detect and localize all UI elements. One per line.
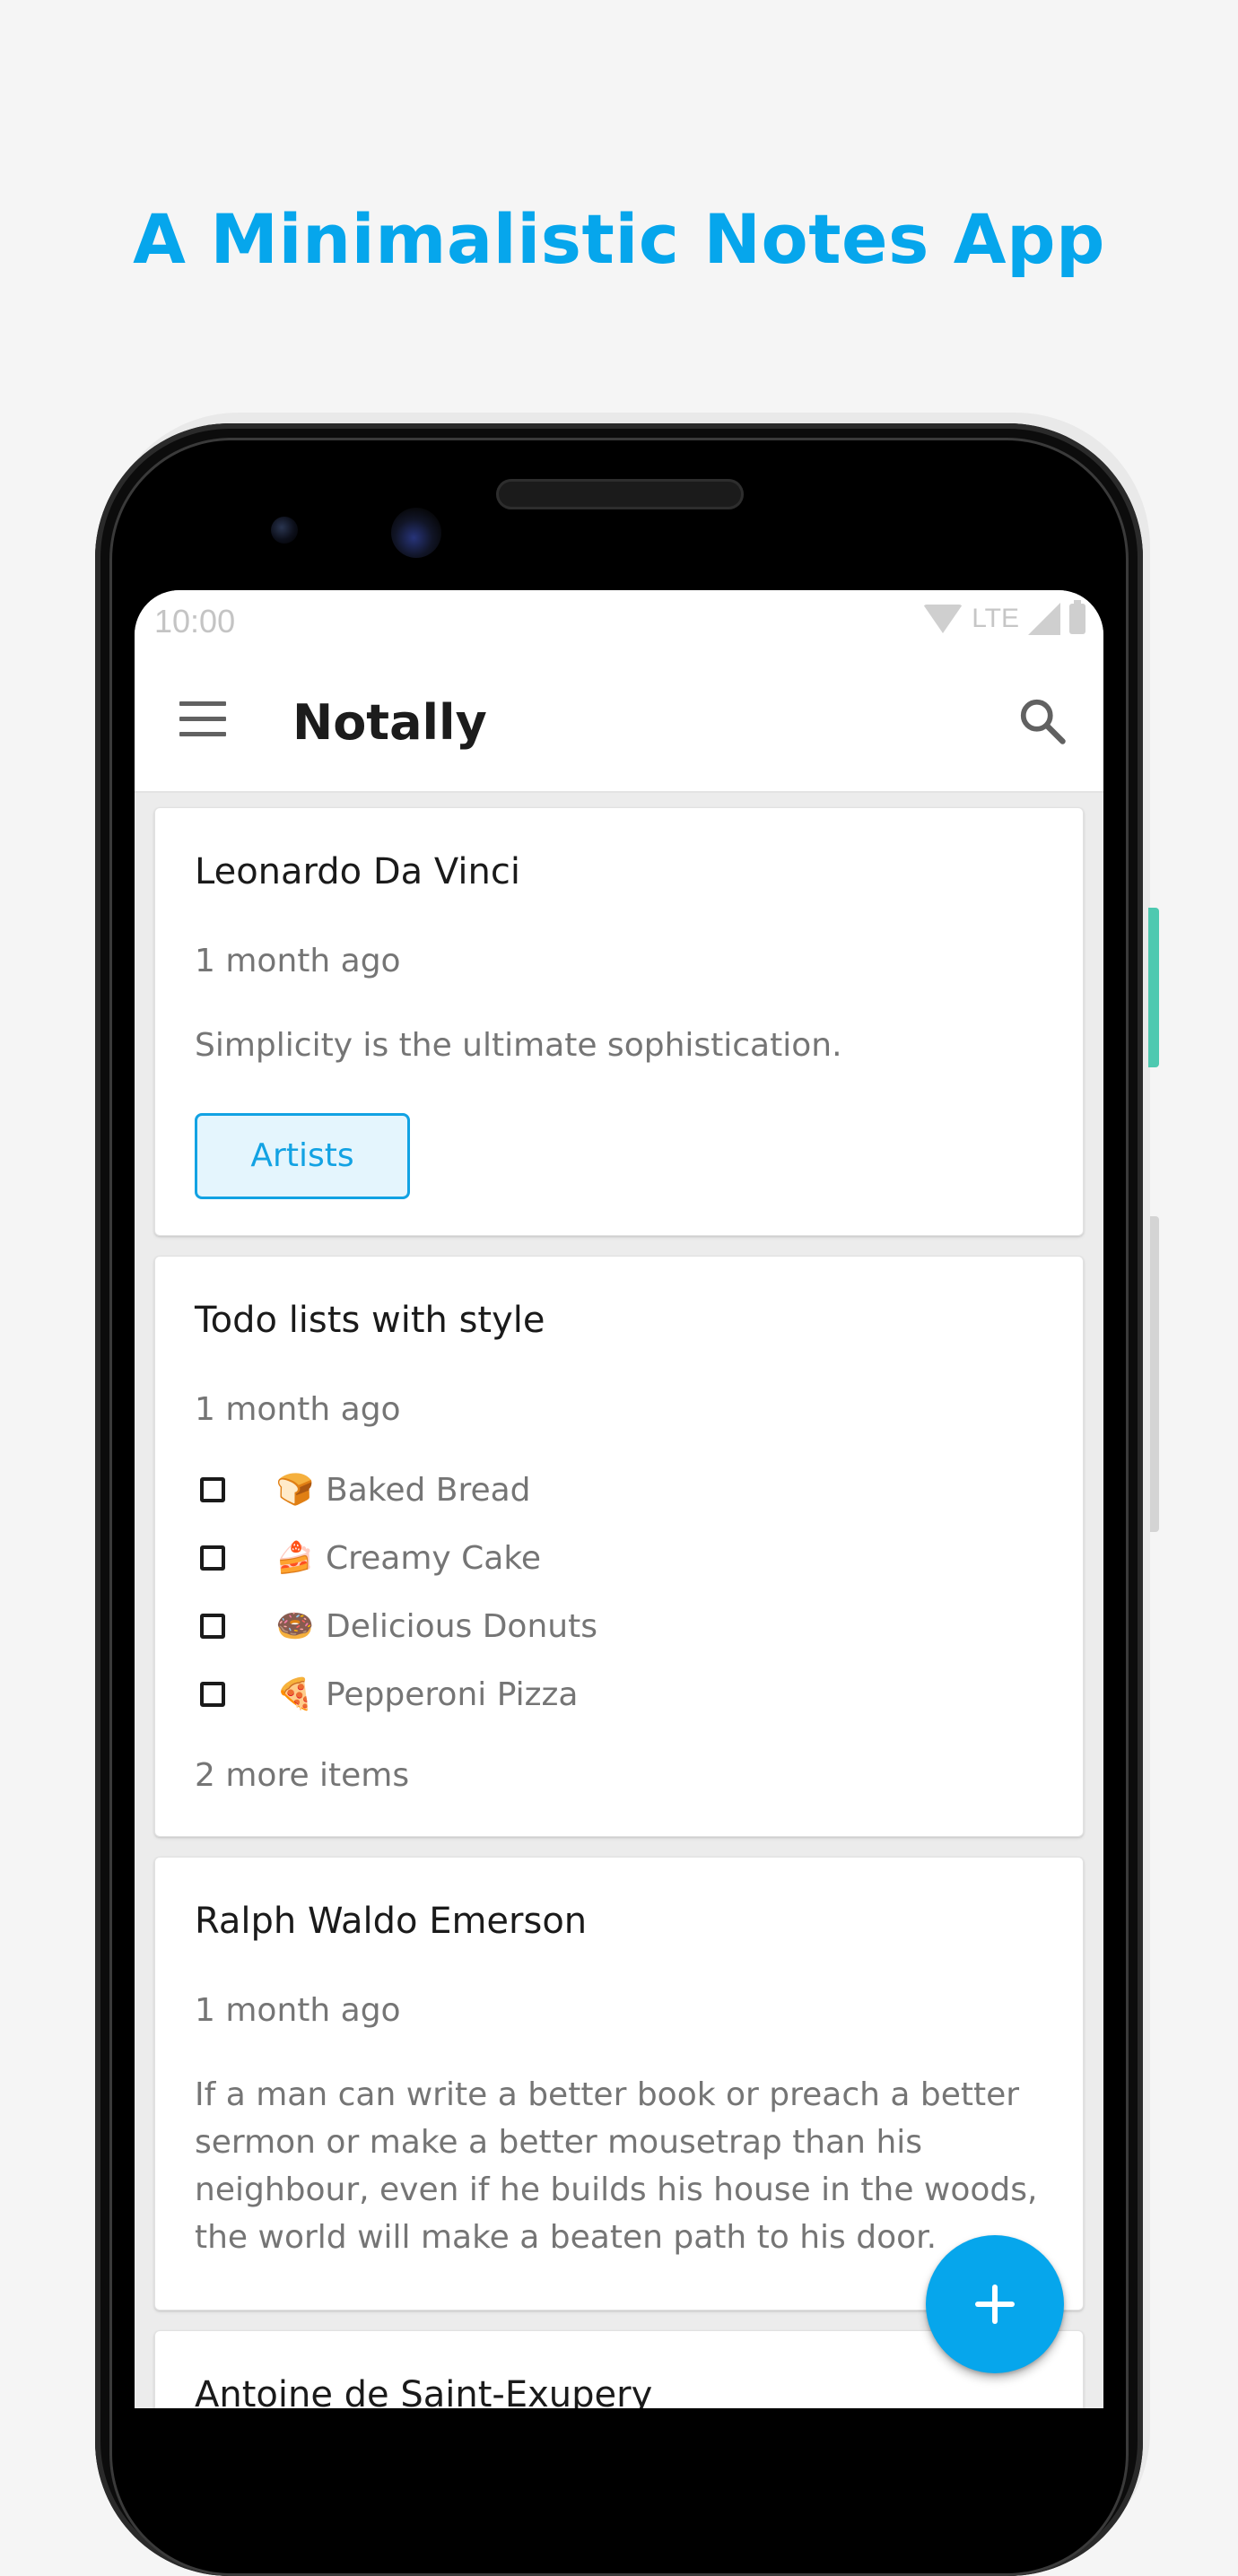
checklist-item[interactable]: 🍞 Baked Bread	[195, 1463, 531, 1517]
power-button	[1148, 908, 1159, 1067]
checklist-item[interactable]: 🍩 Delicious Donuts	[195, 1599, 597, 1653]
app-title: Notally	[292, 694, 487, 751]
phone-screen: 10:00 LTE Notally Leonardo Da Vinci 1 mo…	[135, 590, 1103, 2408]
note-title: Todo lists with style	[195, 1300, 545, 1341]
note-date: 1 month ago	[195, 1992, 401, 2029]
wifi-icon	[923, 605, 963, 633]
note-date: 1 month ago	[195, 943, 401, 979]
checklist-item-text: Creamy Cake	[326, 1539, 542, 1577]
add-note-button[interactable]	[926, 2235, 1064, 2373]
note-date: 1 month ago	[195, 1391, 401, 1428]
note-body: If a man can write a better book or prea…	[195, 2076, 1038, 2256]
more-items-count: 2 more items	[195, 1757, 410, 1794]
note-body: Simplicity is the ultimate sophisticatio…	[195, 1027, 842, 1064]
checklist-item-text: Pepperoni Pizza	[326, 1675, 579, 1713]
menu-line	[179, 732, 226, 736]
checklist-item[interactable]: 🍕 Pepperoni Pizza	[195, 1667, 579, 1721]
checklist-item[interactable]: 🍰 Creamy Cake	[195, 1531, 541, 1585]
battery-icon	[1069, 600, 1085, 634]
cake-icon: 🍰	[275, 1540, 315, 1576]
note-title: Ralph Waldo Emerson	[195, 1901, 588, 1942]
checklist-item-text: Delicious Donuts	[326, 1607, 597, 1645]
note-card[interactable]: Todo lists with style 1 month ago 🍞 Bake…	[154, 1256, 1084, 1837]
note-card[interactable]: Leonardo Da Vinci 1 month ago Simplicity…	[154, 807, 1084, 1236]
speaker-grille	[496, 479, 744, 509]
checkbox[interactable]	[200, 1614, 225, 1639]
app-bar: Notally	[135, 655, 1103, 793]
pizza-icon: 🍕	[275, 1676, 315, 1712]
menu-line	[179, 717, 226, 721]
note-title: Antoine de Saint-Exupery	[195, 2374, 653, 2408]
signal-icon	[1028, 603, 1060, 635]
note-title: Leonardo Da Vinci	[195, 851, 520, 892]
status-icons: LTE	[923, 600, 1085, 635]
menu-line	[179, 701, 226, 706]
checkbox[interactable]	[200, 1477, 225, 1502]
search-icon[interactable]	[1016, 694, 1069, 748]
front-camera	[391, 508, 441, 558]
checkbox[interactable]	[200, 1682, 225, 1707]
donut-icon: 🍩	[275, 1608, 315, 1644]
checkbox[interactable]	[200, 1545, 225, 1571]
checklist-item-text: Baked Bread	[326, 1471, 531, 1509]
menu-icon[interactable]	[179, 701, 226, 737]
bread-icon: 🍞	[275, 1472, 315, 1508]
status-time: 10:00	[154, 603, 236, 640]
proximity-sensor	[271, 517, 298, 544]
status-bar: 10:00 LTE	[135, 590, 1103, 655]
network-type: LTE	[972, 604, 1019, 633]
plus-icon	[975, 2284, 1015, 2324]
headline: A Minimalistic Notes App	[133, 199, 1105, 279]
volume-button	[1150, 1216, 1159, 1532]
label-chip[interactable]: Artists	[195, 1113, 410, 1199]
